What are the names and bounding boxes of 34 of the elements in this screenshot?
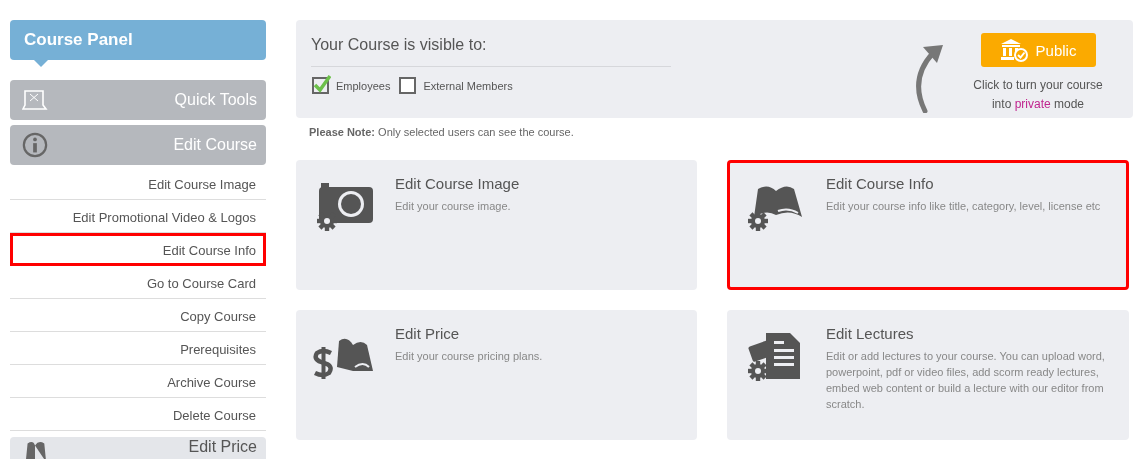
sidebar-item[interactable]: Edit Course Image xyxy=(10,167,266,200)
sidebar-item[interactable]: Archive Course xyxy=(10,365,266,398)
card-description: Edit your course pricing plans. xyxy=(395,349,543,364)
option-card[interactable]: Edit Price Edit your course pricing plans. xyxy=(296,310,697,440)
checkbox-label: External Members xyxy=(423,80,513,92)
option-card[interactable]: Edit Course Info Edit your course info like title, category, level, license etc xyxy=(727,160,1129,290)
option-card[interactable]: Edit Lectures Edit or add lectures to your course. You can upload word, powerpoint, pdf or video files, add scorm ready lectures, embed web content or build a lecture with our editor from scratch. xyxy=(727,310,1129,440)
sidebar-item[interactable]: Delete Course xyxy=(10,398,266,431)
checkbox-label: Employees xyxy=(336,80,391,92)
checkbox[interactable] xyxy=(311,74,331,94)
sidebar-item[interactable]: Edit Course Info xyxy=(10,233,266,266)
checkbox[interactable] xyxy=(398,74,419,94)
visibility-title: Your Course is visible to: xyxy=(311,36,671,67)
card-title: Edit Course Image xyxy=(395,175,520,192)
card-description: Edit your course image. xyxy=(395,199,512,214)
card-title: Edit Course Info xyxy=(826,175,935,192)
card-title: Edit Price xyxy=(395,325,461,342)
sidebar-item[interactable]: Edit Promotional Video & Logos xyxy=(10,200,266,233)
private-link[interactable]: private xyxy=(1014,97,1051,111)
option-card[interactable]: Edit Course Image Edit your course image. xyxy=(296,160,697,290)
privacy-hint: Click to turn your course into private mode xyxy=(972,77,1104,113)
sidebar-section[interactable]: Edit Price xyxy=(10,437,266,459)
sidebar-item[interactable]: Copy Course xyxy=(10,299,266,332)
keyboard-key-icon xyxy=(22,87,48,113)
card-description: Edit or add lectures to your course. You can upload word, powerpoint, pdf or video files, add scorm ready lectures, embed web content or build a lecture with our editor from scratch. xyxy=(826,349,1106,412)
card-description: Edit your course info like title, category, level, license etc xyxy=(826,199,1101,214)
sidebar-item[interactable]: Go to Course Card xyxy=(10,266,266,299)
info-icon xyxy=(22,132,48,158)
building-check-icon xyxy=(999,38,1028,62)
card-title: Edit Lectures xyxy=(826,325,915,342)
visibility-note: Please Note: Only selected users can see the course. xyxy=(309,126,575,138)
sidebar-item[interactable]: Prerequisites xyxy=(10,332,266,365)
course-panel-header: Course Panel xyxy=(10,20,266,60)
pointer-notch xyxy=(34,60,48,67)
